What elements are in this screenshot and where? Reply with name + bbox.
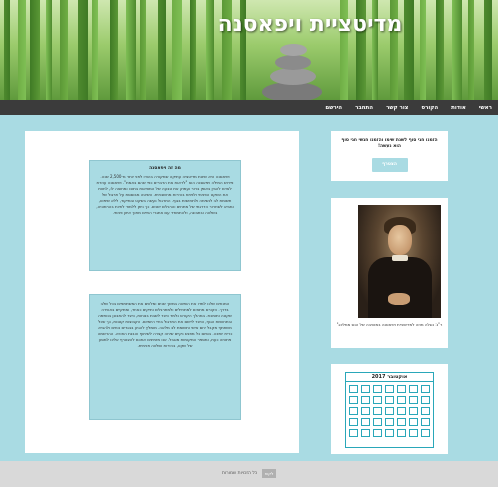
bamboo-stalk <box>436 0 444 100</box>
footer-copyright: כל הזכויות שמורות <box>222 471 258 476</box>
calendar-day-cell[interactable] <box>373 396 382 404</box>
footer-badge[interactable]: לקוח <box>262 469 276 478</box>
calendar-day-cell[interactable] <box>373 407 382 415</box>
calendar-widget: אוקטובר 2017 <box>331 364 448 454</box>
bamboo-stalk <box>420 0 426 100</box>
calendar-day-cell[interactable] <box>409 407 418 415</box>
calendar-day-cell[interactable] <box>349 396 358 404</box>
calendar-day-cell[interactable] <box>385 418 394 426</box>
calendar: אוקטובר 2017 <box>345 372 434 448</box>
calendar-day-cell[interactable] <box>397 407 406 415</box>
bamboo-stalk <box>110 0 118 100</box>
nav-item-about[interactable]: אודות <box>451 105 466 111</box>
calendar-day-cell[interactable] <box>409 429 418 437</box>
newsletter-text: הזמנו חגי סוף לשנת שימו והזמנו חגשי חגי … <box>341 138 438 149</box>
portrait-widget: ר"נ: נוגלה מוזה למדיטציית ויפאסנה במוטיב… <box>331 198 448 348</box>
intro-box: מה זה ויפאסנה ויפאסנה היא שיטת מדיטציה ע… <box>89 160 241 271</box>
calendar-day-cell[interactable] <box>385 429 394 437</box>
portrait-image[interactable] <box>358 205 441 318</box>
bamboo-stalk <box>452 0 462 100</box>
calendar-day-cell[interactable] <box>361 407 370 415</box>
course-box: המנחים שלנו למדו את השיטה במשך שנים ומלו… <box>89 294 241 420</box>
calendar-day-cell[interactable] <box>409 396 418 404</box>
calendar-day-cell[interactable] <box>385 385 394 393</box>
calendar-day-cell[interactable] <box>397 385 406 393</box>
calendar-day-cell[interactable] <box>361 385 370 393</box>
calendar-day-cell[interactable] <box>397 429 406 437</box>
bamboo-stalk <box>78 0 88 100</box>
join-button[interactable]: הצטרף <box>371 158 408 172</box>
bamboo-stalk <box>92 0 98 100</box>
calendar-day-cell[interactable] <box>421 385 430 393</box>
calendar-day-cell[interactable] <box>349 418 358 426</box>
calendar-day-cell[interactable] <box>373 429 382 437</box>
calendar-day-cell[interactable] <box>409 418 418 426</box>
site-title[interactable]: מדיטציית ויפאסנה <box>200 12 420 37</box>
course-text: המנחים שלנו למדו את השיטה במשך שנים ומלו… <box>97 301 233 348</box>
calendar-day-cell[interactable] <box>373 418 382 426</box>
bamboo-stalk <box>140 0 146 100</box>
calendar-grid <box>346 382 433 440</box>
calendar-day-cell[interactable] <box>349 429 358 437</box>
calendar-day-cell[interactable] <box>397 418 406 426</box>
calendar-day-cell[interactable] <box>385 407 394 415</box>
calendar-day-cell[interactable] <box>361 396 370 404</box>
calendar-day-cell[interactable] <box>421 418 430 426</box>
bamboo-stalk <box>30 0 40 100</box>
header-banner: מדיטציית ויפאסנה <box>0 0 498 100</box>
bamboo-stalk <box>60 0 68 100</box>
nav-item-course[interactable]: הקורס <box>421 105 438 111</box>
portrait-caption: ר"נ: נוגלה מוזה למדיטציית ויפאסנה במוטיב… <box>336 322 443 327</box>
bamboo-stalk <box>158 0 166 100</box>
intro-text: ויפאסנה היא שיטת מדיטציה עתיקה שמקורה בה… <box>96 174 234 215</box>
calendar-day-cell[interactable] <box>409 385 418 393</box>
nav-item-home[interactable]: ראשי <box>479 105 492 111</box>
bamboo-stalk <box>4 0 10 100</box>
bamboo-stalk <box>18 0 26 100</box>
calendar-day-cell[interactable] <box>421 407 430 415</box>
calendar-day-cell[interactable] <box>421 396 430 404</box>
footer: כל הזכויות שמורות לקוח <box>0 461 498 487</box>
calendar-day-cell[interactable] <box>421 429 430 437</box>
calendar-day-cell[interactable] <box>361 418 370 426</box>
bamboo-stalk <box>126 0 136 100</box>
calendar-month: אוקטובר 2017 <box>346 373 433 382</box>
calendar-day-cell[interactable] <box>385 396 394 404</box>
bamboo-stalk <box>468 0 474 100</box>
bamboo-stalk <box>190 0 196 100</box>
bamboo-stalk <box>484 0 492 100</box>
main-nav: ראשי אודות הקורס צור קשר התחבר הירשם <box>0 100 498 115</box>
calendar-day-cell[interactable] <box>397 396 406 404</box>
nav-item-login[interactable]: התחבר <box>355 105 373 111</box>
calendar-day-cell[interactable] <box>361 429 370 437</box>
nav-item-register[interactable]: הירשם <box>325 105 342 111</box>
nav-item-contact[interactable]: צור קשר <box>386 105 408 111</box>
bamboo-stalk <box>172 0 182 100</box>
calendar-day-cell[interactable] <box>349 407 358 415</box>
main-content: מה זה ויפאסנה ויפאסנה היא שיטת מדיטציה ע… <box>25 131 299 453</box>
intro-title: מה זה ויפאסנה <box>149 166 181 171</box>
calendar-day-cell[interactable] <box>373 385 382 393</box>
bamboo-stalk <box>46 0 52 100</box>
calendar-day-cell[interactable] <box>349 385 358 393</box>
newsletter-widget: הזמנו חגי סוף לשנת שימו והזמנו חגשי חגי … <box>331 131 448 181</box>
